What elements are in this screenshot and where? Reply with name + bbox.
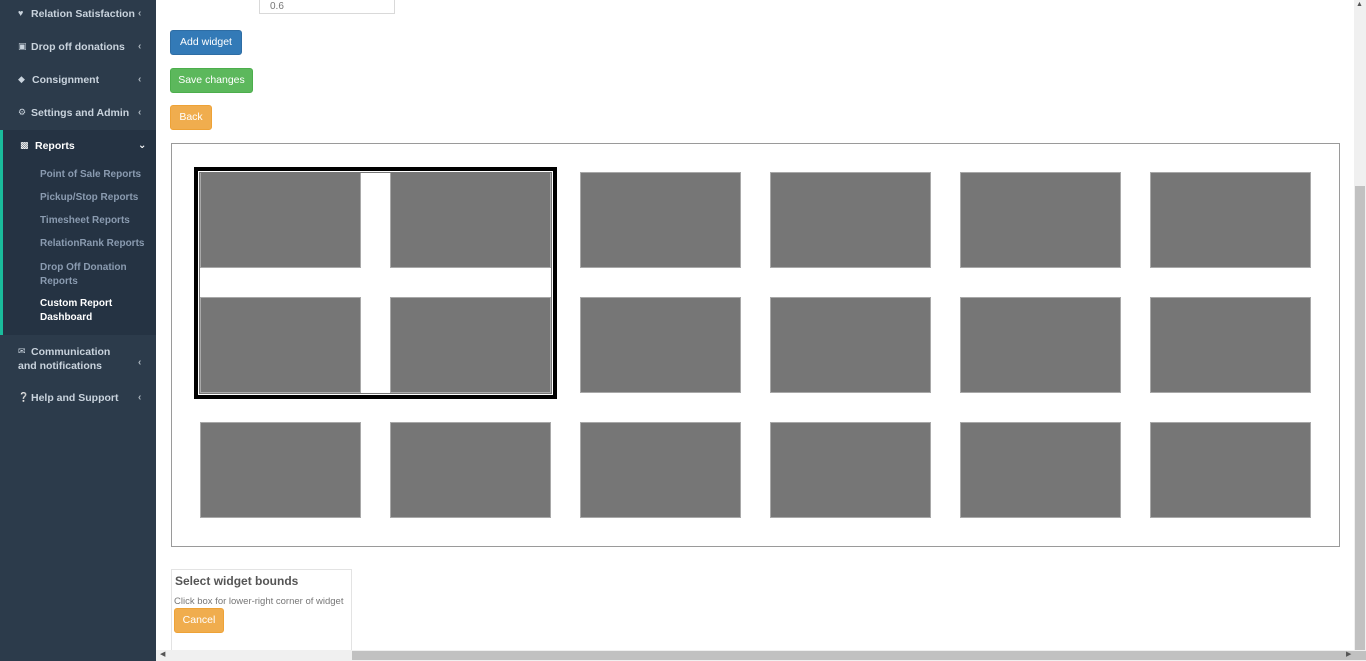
- sidebar: ♥ Relation Satisfaction ‹ ▣ Drop off don…: [0, 0, 156, 661]
- grid-cell-r3-c4[interactable]: [770, 422, 931, 518]
- grid-cell-r3-c5[interactable]: [960, 422, 1121, 518]
- chevron-left-icon: ‹: [138, 357, 142, 368]
- back-button[interactable]: Back: [170, 105, 212, 130]
- grid-cell-r3-c3[interactable]: [580, 422, 741, 518]
- grid-cell-r2-c3[interactable]: [580, 297, 741, 393]
- sidebar-subitem-custom-report-dashboard[interactable]: Custom Report Dashboard: [40, 297, 130, 324]
- grid-cell-r1-c4[interactable]: [770, 172, 931, 268]
- grid-cell-r3-c6[interactable]: [1150, 422, 1311, 518]
- sidebar-subitem-timesheet-reports[interactable]: Timesheet Reports: [40, 214, 130, 228]
- chevron-left-icon: ‹: [138, 41, 142, 52]
- sidebar-subitem-relationrank-reports[interactable]: RelationRank Reports: [40, 237, 144, 251]
- vertical-scrollbar[interactable]: ▲: [1354, 0, 1366, 650]
- sidebar-item-label: Communication and notifications: [18, 346, 111, 372]
- sidebar-item-label: Help and Support: [31, 392, 119, 404]
- grid-cell-r3-c2[interactable]: [390, 422, 551, 518]
- chevron-left-icon: ‹: [138, 74, 142, 85]
- tag-icon: ◆: [18, 74, 25, 84]
- scroll-left-arrow-icon[interactable]: ◀: [160, 650, 165, 658]
- heart-icon: ♥: [18, 8, 24, 18]
- scroll-up-arrow-icon[interactable]: ▲: [1356, 1, 1363, 8]
- grid-cell-r1-c5[interactable]: [960, 172, 1121, 268]
- grid-cell-r1-c2[interactable]: [390, 172, 551, 268]
- grid-cell-r3-c1[interactable]: [200, 422, 361, 518]
- grid-cell-r2-c6[interactable]: [1150, 297, 1311, 393]
- sidebar-item-label: Drop off donations: [31, 41, 125, 53]
- grid-cell-r2-c4[interactable]: [770, 297, 931, 393]
- sidebar-subitem-pickup-stop-reports[interactable]: Pickup/Stop Reports: [40, 191, 138, 205]
- select-widget-bounds-panel: Select widget bounds Click box for lower…: [171, 569, 352, 661]
- value-input[interactable]: 0.6: [259, 0, 395, 14]
- sidebar-item-label: Reports: [35, 140, 75, 152]
- sidebar-item-label: Relation Satisfaction: [31, 8, 135, 20]
- chevron-left-icon: ‹: [138, 107, 142, 118]
- chevron-down-icon: ⌄: [138, 140, 147, 151]
- grid-cell-r1-c6[interactable]: [1150, 172, 1311, 268]
- question-circle-icon: ❔: [18, 392, 30, 402]
- chevron-left-icon: ‹: [138, 392, 142, 403]
- bounds-panel-hint: Click box for lower-right corner of widg…: [174, 596, 344, 607]
- grid-cell-r2-c1[interactable]: [200, 297, 361, 393]
- grid-cell-r1-c1[interactable]: [200, 172, 361, 268]
- gift-icon: ▣: [18, 41, 27, 51]
- horizontal-scrollbar[interactable]: ◀ ▶: [156, 650, 1366, 661]
- save-changes-button[interactable]: Save changes: [170, 68, 253, 93]
- scroll-right-arrow-icon[interactable]: ▶: [1346, 650, 1351, 658]
- vertical-scrollbar-thumb[interactable]: [1355, 186, 1365, 650]
- chevron-left-icon: ‹: [138, 8, 142, 19]
- sidebar-subitem-point-of-sale-reports[interactable]: Point of Sale Reports: [40, 168, 141, 182]
- grid-cell-r1-c3[interactable]: [580, 172, 741, 268]
- bounds-panel-title: Select widget bounds: [175, 574, 299, 588]
- reports-section: ▩ Reports ⌄ Point of Sale Reports Pickup…: [0, 130, 156, 335]
- sidebar-item-label: Settings and Admin: [31, 107, 130, 119]
- sidebar-item-label: Consignment: [32, 74, 100, 86]
- add-widget-button[interactable]: Add widget: [170, 30, 242, 55]
- grid-cell-r2-c2[interactable]: [390, 297, 551, 393]
- cancel-button[interactable]: Cancel: [174, 608, 224, 633]
- gear-icon: ⚙: [18, 107, 27, 117]
- bar-chart-icon: ▩: [20, 140, 29, 150]
- horizontal-scrollbar-thumb[interactable]: [352, 651, 1366, 660]
- grid-cell-r2-c5[interactable]: [960, 297, 1121, 393]
- sidebar-subitem-drop-off-donation-reports[interactable]: Drop Off Donation Reports: [40, 261, 140, 288]
